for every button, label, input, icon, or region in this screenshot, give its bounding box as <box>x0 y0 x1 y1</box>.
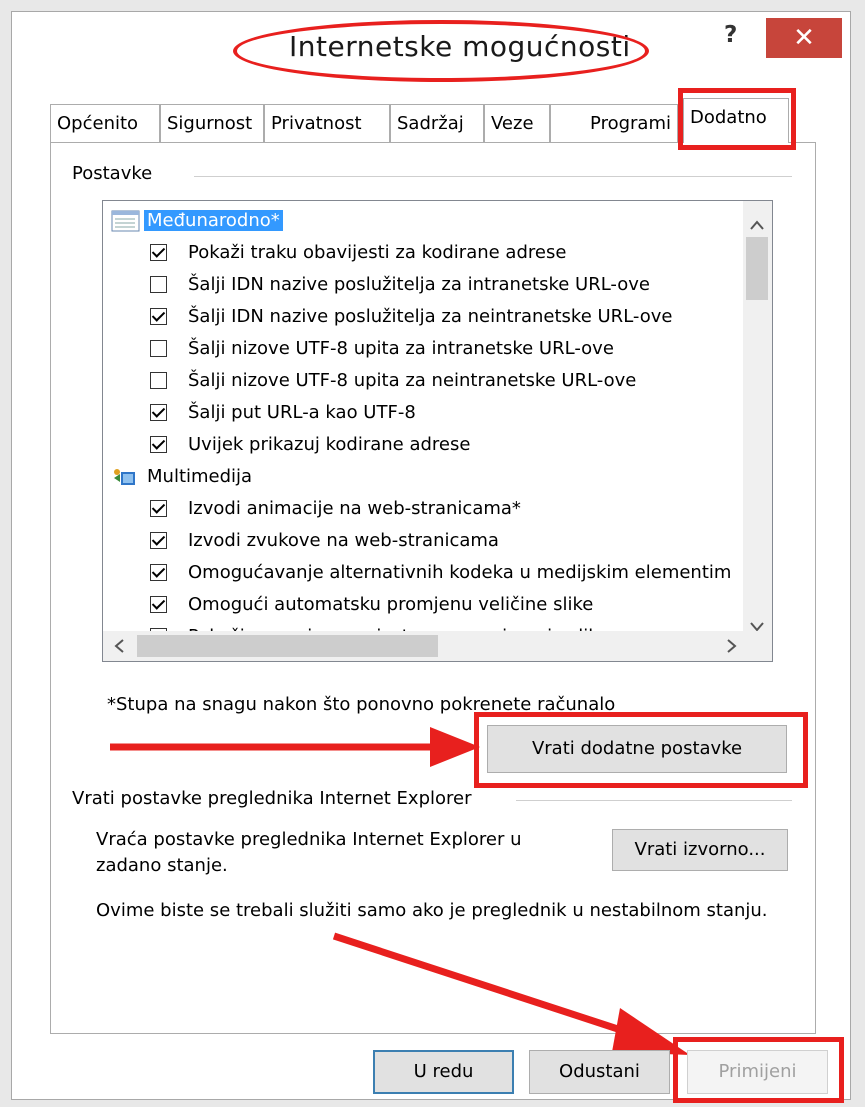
multimedia-icon <box>111 466 140 488</box>
restore-button-highlight-box <box>474 712 808 788</box>
settings-group-line <box>194 176 792 177</box>
option-label: Omogućavanje alternativnih kodeka u medi… <box>188 562 732 583</box>
checkbox[interactable] <box>150 596 167 613</box>
option-label: Šalji IDN nazive poslužitelja za intrane… <box>188 274 650 295</box>
tab-veze[interactable]: Veze <box>484 104 550 142</box>
category-label: Multimedija <box>147 466 253 487</box>
option-label: Uvijek prikazuj kodirane adrese <box>188 434 471 455</box>
checkbox[interactable] <box>150 340 167 357</box>
reset-warning: Ovime biste se trebali služiti samo ako … <box>96 900 768 921</box>
title-highlight-ellipse <box>233 20 649 82</box>
cancel-button[interactable]: Odustani <box>529 1050 670 1094</box>
category-label: Međunarodno* <box>144 210 283 231</box>
option-label: Izvodi zvukove na web-stranicama <box>188 530 499 551</box>
scroll-left-icon[interactable] <box>114 637 124 658</box>
tab-sigurnost[interactable]: Sigurnost <box>160 104 264 142</box>
tab-opcenito[interactable]: Općenito <box>50 104 160 142</box>
option-label: Šalji put URL-a kao UTF-8 <box>188 402 416 423</box>
reset-button[interactable]: Vrati izvorno... <box>612 829 788 871</box>
vertical-scroll-thumb[interactable] <box>746 237 768 300</box>
settings-list[interactable]: Međunarodno* Pokaži traku obavijesti za … <box>102 200 773 662</box>
option-label: Šalji nizove UTF-8 upita za neintranetsk… <box>188 370 637 391</box>
close-button[interactable]: ✕ <box>766 18 842 58</box>
apply-button-highlight-box <box>673 1037 844 1103</box>
reset-description: Vraća postavke preglednika Internet Expl… <box>96 829 522 876</box>
globe-list-icon <box>111 210 140 232</box>
checkbox[interactable] <box>150 500 167 517</box>
option-label: Omogući automatsku promjenu veličine sli… <box>188 594 594 615</box>
checkbox[interactable] <box>150 276 167 293</box>
checkbox[interactable] <box>150 436 167 453</box>
help-button[interactable]: ? <box>724 22 737 48</box>
ok-button[interactable]: U redu <box>373 1050 514 1094</box>
reset-group-label: Vrati postavke preglednika Internet Expl… <box>72 788 476 809</box>
checkbox[interactable] <box>150 404 167 421</box>
tab-highlight-box <box>678 88 796 150</box>
settings-group-label: Postavke <box>72 163 157 184</box>
tab-sadrzaj[interactable]: Sadržaj <box>390 104 484 142</box>
checkbox[interactable] <box>150 564 167 581</box>
tab-programi[interactable]: Programi <box>550 104 678 142</box>
checkbox[interactable] <box>150 308 167 325</box>
red-arrow-icon <box>332 932 690 1055</box>
category-medunarodno[interactable]: Međunarodno* <box>111 206 283 236</box>
reset-group-line <box>516 800 792 801</box>
option-label: Izvodi animacije na web-stranicama* <box>188 498 521 519</box>
horizontal-scroll-thumb[interactable] <box>137 635 438 657</box>
checkbox[interactable] <box>150 244 167 261</box>
checkbox[interactable] <box>150 372 167 389</box>
scroll-right-icon[interactable] <box>727 637 737 658</box>
tab-privatnost[interactable]: Privatnost <box>264 104 390 142</box>
option-label: Pokaži traku obavijesti za kodirane adre… <box>188 242 567 263</box>
option-label: Šalji IDN nazive poslužitelja za neintra… <box>188 306 673 327</box>
scroll-up-icon[interactable] <box>750 214 764 235</box>
checkbox[interactable] <box>150 532 167 549</box>
category-multimedija[interactable]: Multimedija <box>111 462 255 492</box>
red-arrow-icon <box>110 727 480 767</box>
option-label: Šalji nizove UTF-8 upita za intranetske … <box>188 338 614 359</box>
